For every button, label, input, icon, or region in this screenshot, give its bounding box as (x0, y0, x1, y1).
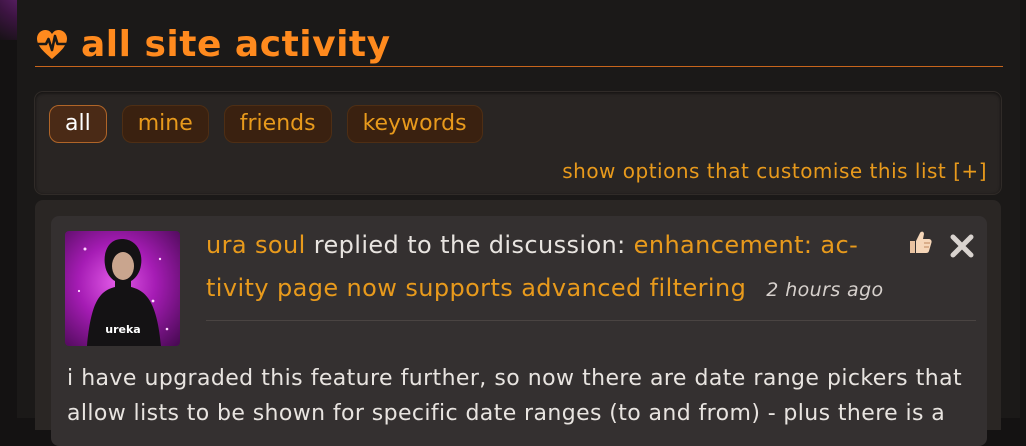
tab-mine[interactable]: mine (121, 105, 209, 143)
thumbs-up-icon[interactable] (907, 229, 933, 255)
divider (206, 320, 976, 321)
avatar-logo-text: ureka (105, 323, 140, 336)
tab-all[interactable]: all (49, 105, 107, 143)
author-link[interactable]: ura soul (206, 231, 306, 259)
timestamp: 2 hours ago (766, 279, 884, 301)
filter-tabs: all mine friends keywords (49, 105, 483, 143)
heart-pulse-icon (36, 30, 68, 59)
activity-body-line-1: i have upgraded this feature further, so… (67, 366, 962, 391)
page-title: all site activity (81, 24, 391, 65)
close-icon[interactable] (949, 233, 975, 259)
discussion-link-part2[interactable]: tivity page now supports advanced filter… (206, 274, 746, 302)
activity-item: ureka ura soul replied to the discussion… (51, 216, 987, 446)
page-header: all site activity (35, 24, 1003, 67)
activity-summary: ura soul replied to the discussion: enha… (206, 224, 886, 312)
tab-friends[interactable]: friends (223, 105, 332, 143)
activity-feed: ureka ura soul replied to the discussion… (35, 200, 1001, 446)
filter-panel: all mine friends keywords show options t… (35, 92, 1001, 194)
tab-keywords[interactable]: keywords (346, 105, 483, 143)
page-container: all site activity all mine friends keywo… (17, 0, 1020, 446)
action-text: replied to the discussion: (313, 231, 626, 259)
discussion-link-part1[interactable]: enhancement: ac- (634, 231, 859, 259)
avatar[interactable]: ureka (65, 231, 180, 346)
show-options-link[interactable]: show options that customise this list [+… (562, 159, 987, 183)
avatar-image: ureka (65, 231, 180, 346)
activity-body-line-2: allow lists to be shown for specific dat… (67, 401, 946, 426)
